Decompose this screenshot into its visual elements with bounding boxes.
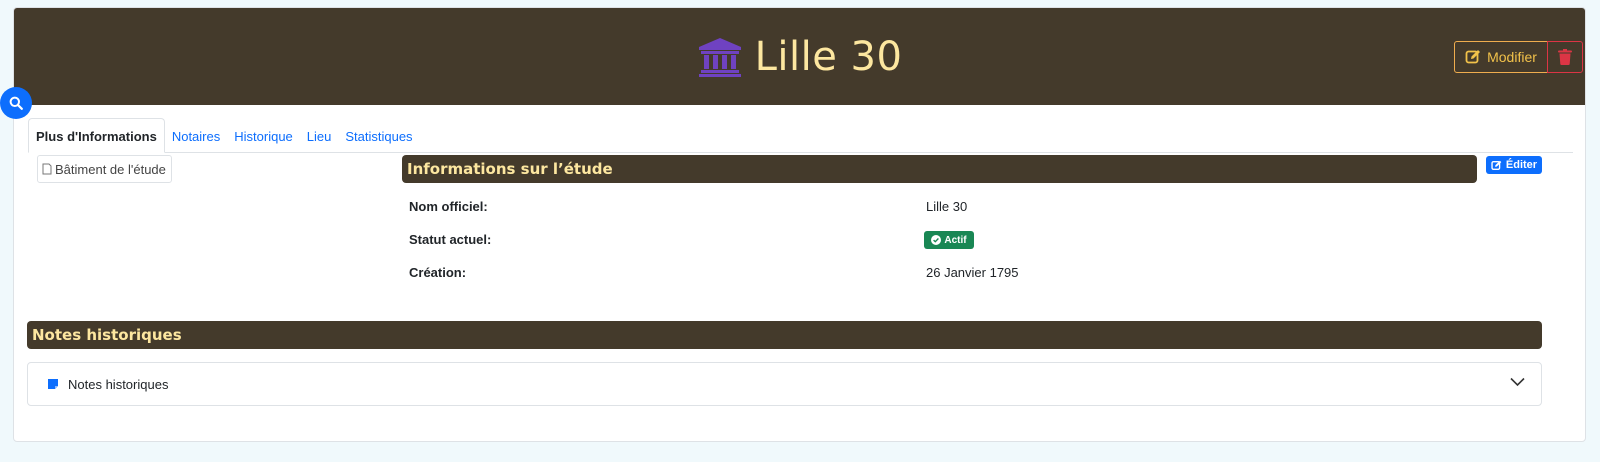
label-creation: Création: — [409, 265, 467, 280]
editer-label: Éditer — [1505, 159, 1538, 171]
page-title: Lille 30 — [754, 33, 903, 80]
tab-plus-informations[interactable]: Plus d'Informations — [28, 118, 165, 153]
editer-button[interactable]: Éditer — [1486, 156, 1542, 174]
building-image: Bâtiment de l'étude — [37, 155, 172, 183]
notes-section-title: Notes historiques — [27, 321, 1542, 349]
check-circle-icon — [931, 235, 942, 245]
notes-accordion[interactable]: Notes historiques — [27, 362, 1542, 406]
tab-notaires[interactable]: Notaires — [165, 118, 227, 152]
tab-historique[interactable]: Historique — [227, 118, 300, 152]
status-badge: Actif — [924, 231, 974, 249]
delete-button[interactable] — [1547, 41, 1583, 73]
edit-icon — [1465, 50, 1481, 64]
label-nom-officiel: Nom officiel: — [409, 199, 488, 214]
page-header: Lille 30 Modifier — [14, 8, 1585, 105]
info-section-title: Informations sur l’étude — [402, 155, 1477, 183]
value-creation: 26 Janvier 1795 — [926, 265, 1019, 280]
edit-icon — [1491, 160, 1502, 170]
chevron-down-icon — [1510, 377, 1525, 387]
modifier-button[interactable]: Modifier — [1454, 41, 1548, 73]
title-wrap: Lille 30 — [14, 8, 1585, 105]
value-nom-officiel: Lille 30 — [926, 199, 968, 214]
modifier-label: Modifier — [1487, 49, 1537, 65]
broken-image-icon — [42, 163, 52, 175]
trash-icon — [1558, 49, 1572, 65]
label-statut-actuel: Statut actuel: — [409, 232, 492, 247]
tab-lieu[interactable]: Lieu — [300, 118, 339, 152]
status-badge-label: Actif — [944, 234, 967, 246]
sticky-note-icon — [48, 379, 58, 389]
search-button[interactable] — [0, 87, 32, 119]
search-icon — [9, 96, 23, 110]
notes-accordion-label: Notes historiques — [68, 376, 169, 392]
bank-icon — [698, 37, 741, 77]
tab-bar: Plus d'Informations Notaires Historique … — [28, 118, 1573, 153]
image-alt-text: Bâtiment de l'étude — [55, 161, 166, 177]
tab-statistiques[interactable]: Statistiques — [338, 118, 419, 152]
